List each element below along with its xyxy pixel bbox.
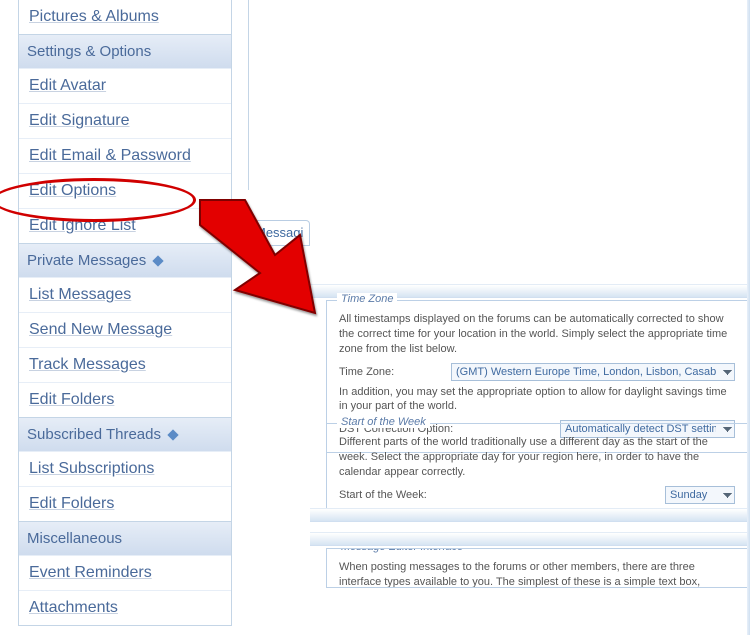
timezone-description-1: All timestamps displayed on the forums c… <box>339 312 735 357</box>
sidebar-item-list-subscriptions[interactable]: List Subscriptions <box>19 451 231 486</box>
sidebar: Pictures & Albums Settings & Options Edi… <box>18 0 232 626</box>
sidebar-item-edit-signature[interactable]: Edit Signature <box>19 103 231 138</box>
legend-timezone: Time Zone <box>337 293 397 305</box>
sidebar-item-edit-options[interactable]: Edit Options <box>19 173 231 208</box>
sidebar-item-pictures-albums[interactable]: Pictures & Albums <box>19 0 231 34</box>
sidebar-item-track-messages[interactable]: Track Messages <box>19 347 231 382</box>
sidebar-item-edit-folders-pm[interactable]: Edit Folders <box>19 382 231 417</box>
sidebar-item-edit-ignore-list[interactable]: Edit Ignore List <box>19 208 231 243</box>
collapse-icon[interactable] <box>153 255 164 266</box>
tab-messaging[interactable]: Messagi <box>255 220 310 246</box>
startweek-label: Start of the Week: <box>339 489 427 501</box>
sidebar-header-settings-options: Settings & Options <box>19 34 231 68</box>
startweek-description: Different parts of the world traditional… <box>339 435 735 480</box>
sidebar-item-edit-folders-sub[interactable]: Edit Folders <box>19 486 231 521</box>
sidebar-item-event-reminders[interactable]: Event Reminders <box>19 555 231 590</box>
sidebar-header-miscellaneous: Miscellaneous <box>19 521 231 555</box>
sidebar-item-send-new-message[interactable]: Send New Message <box>19 312 231 347</box>
sidebar-item-list-messages[interactable]: List Messages <box>19 277 231 312</box>
sidebar-item-edit-email-password[interactable]: Edit Email & Password <box>19 138 231 173</box>
section-divider-bar <box>310 508 750 522</box>
timezone-label: Time Zone: <box>339 366 394 378</box>
collapse-icon[interactable] <box>167 429 178 440</box>
startweek-select[interactable]: Sunday <box>665 486 735 504</box>
timezone-select[interactable]: (GMT) Western Europe Time, London, Lisbo… <box>451 363 735 381</box>
sidebar-header-label: Private Messages <box>27 252 146 269</box>
timezone-description-2: In addition, you may set the appropriate… <box>339 385 735 415</box>
panel-divider <box>248 0 249 190</box>
editor-description: When posting messages to the forums or o… <box>339 560 735 588</box>
legend-startweek: Start of the Week <box>337 416 430 428</box>
fieldset-startweek: Start of the Week Different parts of the… <box>326 423 748 519</box>
section-divider-bar <box>310 532 750 546</box>
sidebar-header-label: Subscribed Threads <box>27 426 161 443</box>
sidebar-header-subscribed-threads: Subscribed Threads <box>19 417 231 451</box>
fieldset-editor: Message Editor Interface When posting me… <box>326 548 748 588</box>
sidebar-header-private-messages: Private Messages <box>19 243 231 277</box>
sidebar-item-edit-avatar[interactable]: Edit Avatar <box>19 68 231 103</box>
sidebar-item-attachments[interactable]: Attachments <box>19 590 231 625</box>
legend-editor: Message Editor Interface <box>337 548 467 553</box>
